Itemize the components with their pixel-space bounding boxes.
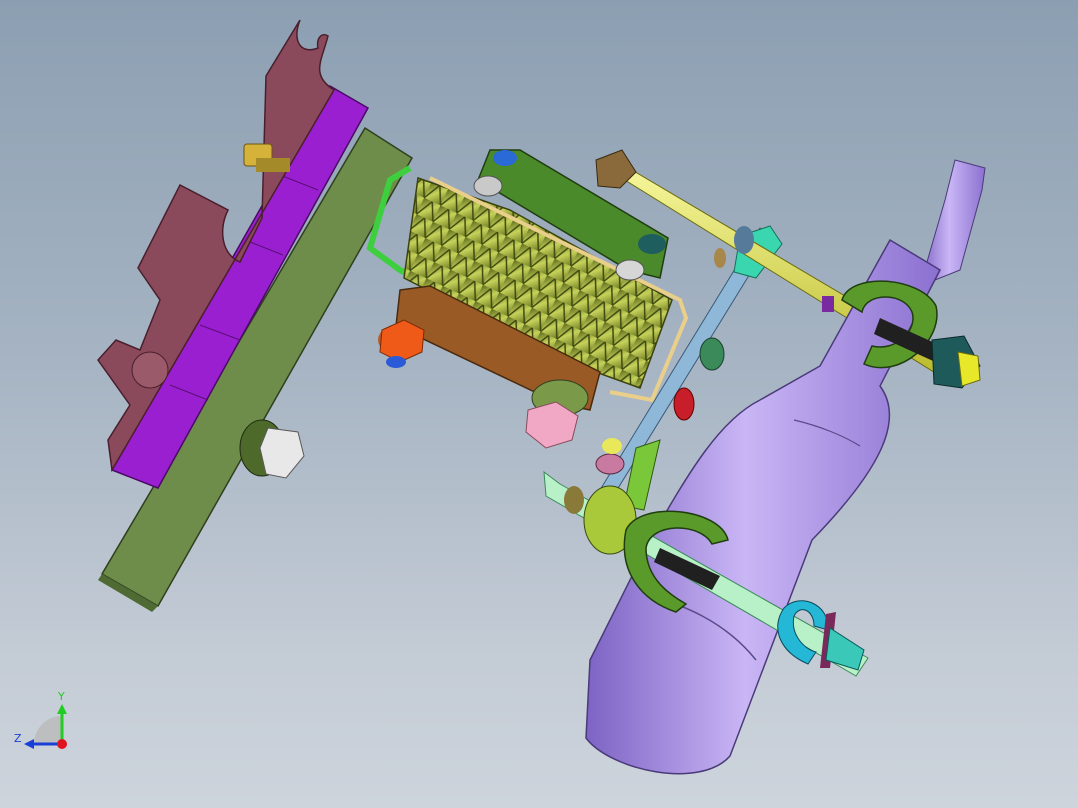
pink-washer [595, 453, 625, 475]
cad-viewport[interactable]: Y Z [0, 0, 1078, 808]
teal-nut [638, 234, 666, 254]
blue-washer [493, 150, 517, 166]
axis-triad: Y Z [14, 690, 67, 749]
bracket-boss [131, 351, 169, 389]
orange-nut[interactable] [378, 319, 425, 368]
triad-arc [34, 716, 62, 744]
washer-icon [615, 259, 645, 281]
y-axis-arrowhead-icon [57, 704, 67, 714]
assembly-model[interactable]: Y Z [0, 0, 1078, 808]
z-axis-label: Z [14, 732, 22, 745]
yellow-washer [602, 438, 622, 454]
red-roller [673, 387, 695, 421]
y-axis-label: Y [57, 690, 65, 703]
hex-nut-lower[interactable] [239, 419, 305, 479]
small-roller [699, 337, 725, 371]
washer-icon [473, 175, 503, 197]
z-axis-arrowhead-icon [24, 739, 34, 749]
x-axis-dot-icon [57, 739, 67, 749]
pink-nut[interactable] [525, 379, 589, 449]
